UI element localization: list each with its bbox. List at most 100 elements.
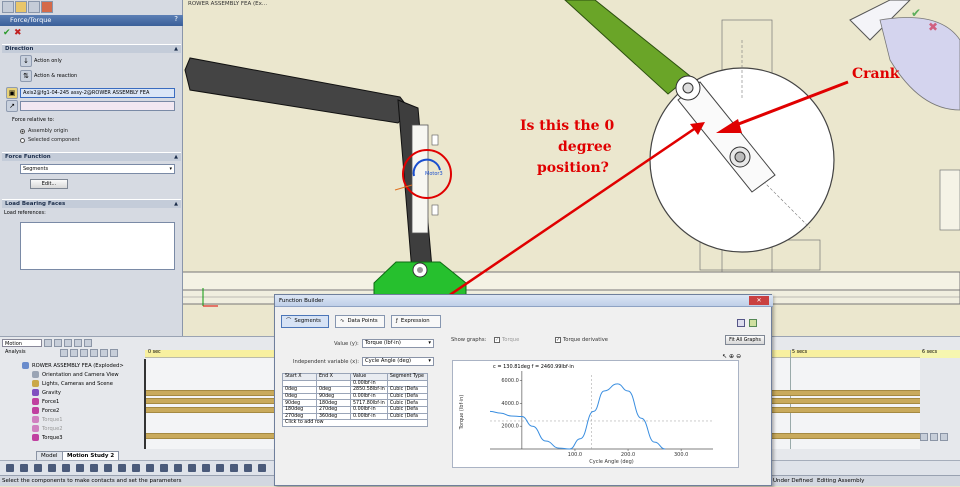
action-reaction-icon[interactable]: ⇅ [20, 70, 32, 82]
cell[interactable]: 90deg [282, 399, 317, 407]
cell[interactable] [282, 379, 317, 388]
play-start-icon[interactable] [54, 338, 62, 347]
cancel-button[interactable]: ✖ [14, 28, 22, 38]
col-value: Value [350, 373, 388, 381]
tree-item-torque1[interactable]: Torque1 [32, 415, 63, 424]
cell[interactable]: 5717.80lbf·in [350, 399, 388, 407]
zoom-in-icon[interactable] [920, 433, 928, 441]
tab-expression[interactable]: ƒ Expression [391, 315, 441, 328]
export-icon[interactable] [749, 319, 757, 327]
display-manager-tab[interactable] [41, 1, 53, 13]
direction-field[interactable] [20, 101, 175, 111]
table-row[interactable]: 180deg 270deg 0.00lbf·in Cubic (Defa [282, 405, 428, 414]
filter-driving-icon[interactable] [70, 349, 78, 357]
cell[interactable] [386, 379, 428, 388]
ok-button[interactable]: ✔ [3, 28, 11, 38]
print-icon[interactable] [737, 319, 745, 327]
play-icon[interactable] [64, 338, 72, 347]
stop-icon[interactable] [74, 338, 82, 347]
tree-item-gravity[interactable]: Gravity [32, 388, 61, 397]
tree-item-force2[interactable]: Force2 [32, 406, 59, 415]
table-row[interactable]: 0deg 90deg 0.00lbf·in Cubic (Defa [282, 392, 428, 401]
zoom-in-icon[interactable]: ⊕ [729, 353, 734, 360]
calculate-icon[interactable] [44, 338, 52, 347]
cell[interactable]: 0deg [316, 386, 351, 394]
cell[interactable]: 180deg [282, 405, 317, 414]
cell[interactable]: 360deg [316, 412, 351, 421]
selected-component-radio[interactable]: Selected component [20, 137, 80, 143]
autokey-icon[interactable] [100, 349, 108, 357]
tab-motion-study-2[interactable]: Motion Study 2 [62, 451, 120, 460]
action-reaction-label[interactable]: Action & reaction [34, 73, 77, 79]
fit-all-graphs-button[interactable]: Fit All Graphs [725, 335, 765, 345]
help-icon[interactable]: ? [174, 15, 178, 23]
add-row-label[interactable]: Click to add row [282, 419, 428, 427]
face-selection-field[interactable]: Axis2@fg1-04-245 assy-2@ROWER ASSEMBLY F… [20, 88, 175, 98]
cell[interactable]: 0deg [282, 386, 317, 394]
torque-checkbox[interactable]: ✓ Torque [494, 337, 519, 343]
table-row[interactable]: 0.00lbf·in [282, 379, 428, 388]
function-type-select[interactable]: Segments ▾ [20, 164, 175, 174]
cell[interactable]: 0.00lbf·in [350, 405, 388, 414]
table-row[interactable]: 270deg 360deg 0.00lbf·in Cubic (Defa [282, 412, 428, 421]
tab-segments[interactable]: ⌒ Segments [281, 315, 329, 328]
cell[interactable]: 180deg [316, 399, 351, 407]
tab-model[interactable]: Model [36, 451, 63, 460]
cell[interactable]: 2850.58lbf·in [350, 386, 388, 394]
derivative-checkbox[interactable]: ✓ Torque derivative [555, 337, 608, 343]
torque-chart: 6000.0 4000.0 2000.0 100.0 200.0 300.0 Cycle A… [459, 371, 713, 465]
cell[interactable]: 0.00lbf·in [350, 392, 388, 401]
direction-icon[interactable]: ↗ [6, 100, 18, 112]
cell[interactable]: Cubic (Defa [386, 405, 428, 414]
cell[interactable]: Cubic (Defa [386, 399, 428, 407]
tab-data-points[interactable]: ∿ Data Points [335, 315, 385, 328]
filter-selected-icon[interactable] [80, 349, 88, 357]
config-manager-tab[interactable] [28, 1, 40, 13]
feature-tree-tab[interactable] [2, 1, 14, 13]
tree-label: Lights, Cameras and Scene [42, 380, 113, 387]
study-type-select[interactable]: Motion Analysis [2, 338, 42, 355]
zoom-out-icon[interactable]: ⊖ [736, 353, 741, 360]
cell[interactable]: 90deg [316, 392, 351, 401]
cell[interactable]: Cubic (Defa [386, 386, 428, 394]
tree-item-assembly[interactable]: ROWER ASSEMBLY FEA (Exploded> [22, 361, 124, 370]
add-key-icon[interactable] [110, 349, 118, 357]
force-function-label: Force Function [5, 154, 51, 160]
value-select[interactable]: Torque (lbf·in) ▾ [362, 339, 434, 348]
zoom-fit-icon[interactable] [940, 433, 948, 441]
torque-graph[interactable]: c = 130.81deg f = 2460.99lbf·in 6000.0 40… [452, 360, 739, 468]
cell[interactable]: Cubic (Defa [386, 392, 428, 401]
playback-speed-icon[interactable] [84, 338, 92, 347]
direction-header[interactable]: Direction ▲ [2, 44, 181, 53]
add-row[interactable]: Click to add row [282, 419, 428, 427]
pan-icon[interactable]: ↖ [722, 353, 727, 360]
close-icon[interactable]: ✕ [749, 296, 769, 305]
property-manager-tab[interactable] [15, 1, 27, 13]
cell[interactable]: 0.00lbf·in [350, 379, 388, 388]
force-function-header[interactable]: Force Function ▲ [2, 152, 181, 161]
table-row[interactable]: 0deg 0deg 2850.58lbf·in Cubic (Defa [282, 386, 428, 394]
cell[interactable]: Cubic (Defa [386, 412, 428, 421]
action-only-label[interactable]: Action only [34, 58, 62, 64]
tree-item-force1[interactable]: Force1 [32, 397, 59, 406]
cell[interactable]: 270deg [282, 412, 317, 421]
table-row[interactable]: 90deg 180deg 5717.80lbf·in Cubic (Defa [282, 399, 428, 407]
zoom-out-icon[interactable] [930, 433, 938, 441]
filter-results-icon[interactable] [90, 349, 98, 357]
load-references-list[interactable] [20, 222, 175, 270]
cell[interactable]: 0.00lbf·in [350, 412, 388, 421]
cell[interactable] [316, 379, 351, 388]
tree-item-orientation[interactable]: Orientation and Camera View [32, 370, 119, 379]
tree-item-torque3[interactable]: Torque3 [32, 433, 63, 442]
filter-animated-icon[interactable] [60, 349, 68, 357]
edit-button[interactable]: Edit... [30, 179, 68, 189]
assembly-origin-radio[interactable]: Assembly origin [20, 128, 68, 134]
tree-item-torque2[interactable]: Torque2 [32, 424, 63, 433]
independent-select[interactable]: Cycle Angle (deg) ▾ [362, 357, 434, 366]
load-bearing-header[interactable]: Load Bearing Faces ▲ [2, 199, 181, 208]
tree-item-lights[interactable]: Lights, Cameras and Scene [32, 379, 113, 388]
cell[interactable]: 0deg [282, 392, 317, 401]
cell[interactable]: 270deg [316, 405, 351, 414]
action-only-icon[interactable]: ↓ [20, 55, 32, 67]
segments-table[interactable]: Start X End X Value Segment Type 0.00lbf… [282, 373, 428, 427]
